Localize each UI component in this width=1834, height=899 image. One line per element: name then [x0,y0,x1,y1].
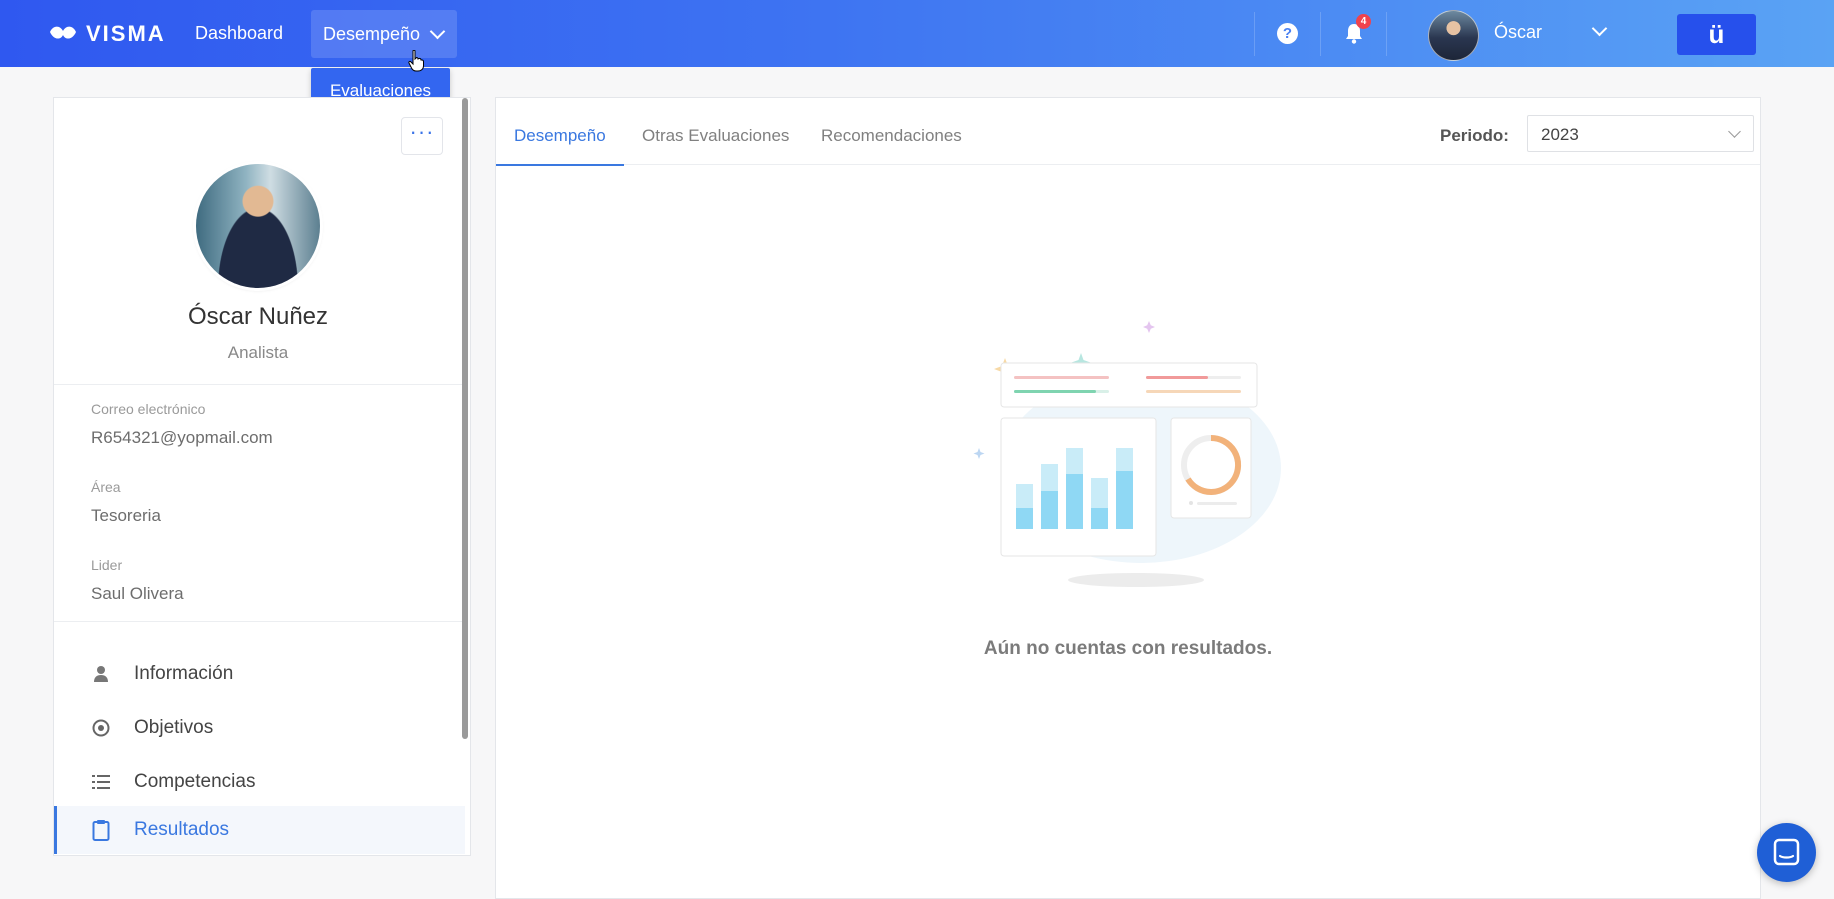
user-avatar[interactable] [1428,10,1479,61]
profile-card: ··· Óscar Nuñez Analista Correo electrón… [53,97,471,856]
tab-otras-evaluaciones[interactable]: Otras Evaluaciones [642,98,789,164]
email-value: R654321@yopmail.com [91,428,273,447]
sidebar-scrollbar[interactable] [462,98,468,739]
sidebar-item-label: Competencias [134,771,256,792]
nav-desempeno-menu[interactable]: Desempeño [311,10,458,58]
list-icon [90,771,112,793]
results-panel: Desempeño Otras Evaluaciones Recomendaci… [495,97,1761,899]
periodo-select[interactable]: 2023 [1527,115,1754,152]
brand-name: VISMA [86,21,166,46]
chat-icon [1773,838,1800,866]
user-name[interactable]: Óscar [1494,22,1542,43]
more-options-button[interactable]: ··· [401,117,443,155]
sidebar-item-informacion[interactable]: Información [54,650,462,698]
person-icon [90,663,112,685]
user-menu-chevron-icon[interactable] [1591,20,1608,37]
profile-role: Analista [227,343,289,362]
leader-label: Lider [91,557,123,573]
mouse-cursor-icon [408,50,424,72]
sidebar-item-label: Objetivos [134,717,214,738]
visma-logo-icon [50,26,76,39]
empty-state-message: Aún no cuentas con resultados. [983,638,1273,659]
sidebar-item-resultados[interactable]: Resultados [54,806,465,854]
nav-desempeno-label: Desempeño [323,24,421,44]
leader-value: Saul Olivera [91,584,184,603]
tab-recomendaciones[interactable]: Recomendaciones [821,98,962,164]
divider [54,384,462,385]
sidebar-item-competencias[interactable]: Competencias [54,758,462,806]
periodo-label: Periodo: [1440,126,1509,145]
top-navigation-bar: VISMA Dashboard Desempeño ? 4 Óscar ü [0,0,1834,67]
divider [1386,12,1387,56]
divider [1254,12,1255,56]
sidebar-item-label: Resultados [134,819,230,840]
area-value: Tesoreria [91,506,161,525]
profile-name: Óscar Nuñez [187,303,329,330]
target-icon [90,717,112,739]
chevron-down-icon [429,23,446,39]
divider [1320,12,1321,56]
chevron-down-icon [1728,125,1741,138]
notification-badge: 4 [1356,14,1371,29]
email-label: Correo electrónico [91,401,206,417]
area-label: Área [91,479,121,495]
sidebar-item-label: Información [134,663,234,684]
periodo-value: 2023 [1541,125,1579,144]
profile-photo [196,164,320,288]
app-launcher-button[interactable]: ü [1677,14,1756,55]
clipboard-icon [90,819,112,841]
visma-logo[interactable]: VISMA [48,21,166,47]
nav-dashboard[interactable]: Dashboard [195,0,283,67]
divider [54,621,462,622]
tabs-bar: Desempeño Otras Evaluaciones Recomendaci… [496,98,1760,166]
sidebar-item-objetivos[interactable]: Objetivos [54,704,462,752]
chat-launcher-button[interactable] [1757,823,1816,882]
empty-state-illustration [973,321,1281,587]
help-icon[interactable]: ? [1277,23,1298,44]
tab-desempeno[interactable]: Desempeño [496,98,624,166]
